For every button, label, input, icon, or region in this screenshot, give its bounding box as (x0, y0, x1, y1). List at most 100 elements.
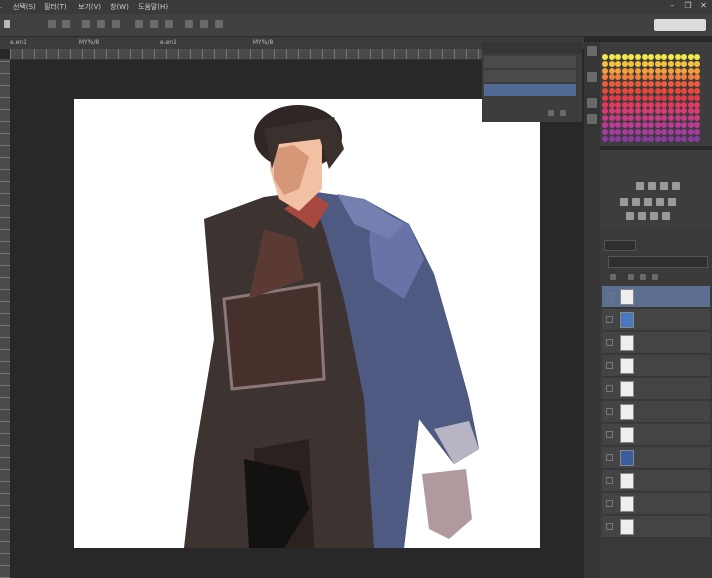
color-swatch[interactable] (621, 101, 628, 108)
black-white-icon[interactable] (656, 198, 664, 206)
layer-row[interactable] (602, 493, 710, 515)
color-swatch[interactable] (608, 122, 615, 128)
visibility-eye-icon[interactable] (606, 339, 613, 346)
color-swatch[interactable] (694, 128, 701, 135)
properties-panel-icon[interactable] (587, 72, 597, 82)
color-swatch[interactable] (674, 122, 681, 128)
color-swatch[interactable] (641, 128, 648, 135)
color-swatch[interactable] (602, 101, 608, 108)
color-swatch[interactable] (615, 74, 622, 81)
color-swatch[interactable] (694, 74, 701, 81)
color-swatch[interactable] (694, 60, 701, 67)
color-swatch[interactable] (615, 128, 622, 135)
color-swatch[interactable] (661, 60, 668, 67)
minimize-icon[interactable]: – (668, 1, 677, 10)
color-swatch[interactable] (687, 81, 694, 88)
color-swatch[interactable] (687, 115, 694, 122)
color-swatch[interactable] (648, 81, 655, 88)
color-swatch[interactable] (661, 108, 668, 115)
vertical-ruler[interactable] (0, 59, 10, 578)
color-swatch[interactable] (674, 108, 681, 115)
visibility-eye-icon[interactable] (606, 500, 613, 507)
color-swatch[interactable] (661, 101, 668, 108)
color-swatch[interactable] (687, 135, 694, 142)
color-swatch[interactable] (654, 81, 661, 88)
color-balance-icon[interactable] (644, 198, 652, 206)
visibility-eye-icon[interactable] (606, 477, 613, 484)
new-snapshot-icon[interactable] (548, 110, 554, 116)
color-swatch[interactable] (668, 108, 674, 115)
visibility-eye-icon[interactable] (606, 431, 613, 438)
color-swatch[interactable] (608, 54, 615, 60)
align-left-icon[interactable] (48, 20, 56, 28)
lock-transparent-icon[interactable] (610, 274, 616, 280)
layer-row[interactable] (602, 332, 710, 354)
color-swatch[interactable] (628, 60, 635, 67)
color-swatch[interactable] (674, 115, 681, 122)
color-swatch[interactable] (648, 54, 655, 60)
color-swatch[interactable] (641, 122, 648, 128)
color-swatch[interactable] (668, 60, 674, 67)
visibility-eye-icon[interactable] (606, 385, 613, 392)
color-swatch[interactable] (687, 101, 694, 108)
color-swatch[interactable] (602, 60, 608, 67)
color-swatch[interactable] (674, 128, 681, 135)
color-swatch[interactable] (654, 88, 661, 94)
color-swatch[interactable] (602, 122, 608, 128)
character-panel-icon[interactable] (587, 98, 597, 108)
color-swatch[interactable] (641, 67, 648, 74)
color-swatch[interactable] (687, 108, 694, 115)
menu-view[interactable]: 보기(V) (78, 2, 101, 12)
color-swatch[interactable] (641, 135, 648, 142)
color-swatch[interactable] (681, 122, 688, 128)
color-swatch[interactable] (621, 135, 628, 142)
color-swatch[interactable] (608, 108, 615, 115)
color-swatch[interactable] (694, 88, 701, 94)
color-swatch[interactable] (674, 54, 681, 60)
color-swatch[interactable] (674, 88, 681, 94)
color-swatch[interactable] (635, 60, 641, 67)
paragraph-panel-icon[interactable] (587, 114, 597, 124)
color-swatch[interactable] (621, 115, 628, 122)
document-tab-1[interactable]: e.en1 MY%/8 (10, 38, 99, 48)
color-swatch[interactable] (608, 74, 615, 81)
history-item[interactable] (484, 56, 576, 69)
color-swatch[interactable] (674, 60, 681, 67)
color-swatch[interactable] (615, 135, 622, 142)
color-swatch[interactable] (621, 81, 628, 88)
color-swatch[interactable] (628, 135, 635, 142)
align-center-icon[interactable] (62, 20, 70, 28)
color-swatch[interactable] (674, 101, 681, 108)
color-swatch[interactable] (654, 74, 661, 81)
color-swatch[interactable] (668, 74, 674, 81)
color-swatch[interactable] (648, 101, 655, 108)
menu-help[interactable]: 도움말(H) (138, 2, 168, 12)
color-swatch[interactable] (635, 94, 641, 101)
color-swatch[interactable] (635, 101, 641, 108)
color-swatch[interactable] (654, 54, 661, 60)
color-swatch[interactable] (681, 74, 688, 81)
layer-row[interactable] (602, 286, 710, 308)
color-swatch[interactable] (628, 115, 635, 122)
color-swatch[interactable] (648, 128, 655, 135)
lock-all-icon[interactable] (652, 274, 658, 280)
distribute-right-icon[interactable] (200, 20, 208, 28)
color-swatch[interactable] (635, 81, 641, 88)
color-swatch[interactable] (661, 88, 668, 94)
posterize-icon[interactable] (638, 212, 646, 220)
color-swatch[interactable] (648, 67, 655, 74)
color-swatch[interactable] (648, 115, 655, 122)
color-swatch[interactable] (641, 108, 648, 115)
align-right-icon[interactable] (82, 20, 90, 28)
color-swatch[interactable] (648, 108, 655, 115)
threshold-icon[interactable] (650, 212, 658, 220)
color-swatch[interactable] (681, 54, 688, 60)
history-panel-header[interactable] (482, 42, 582, 54)
color-swatch[interactable] (681, 60, 688, 67)
align-middle-icon[interactable] (112, 20, 120, 28)
visibility-eye-icon[interactable] (606, 523, 613, 530)
vibrance-icon[interactable] (620, 198, 628, 206)
color-swatch[interactable] (694, 67, 701, 74)
color-swatch[interactable] (694, 94, 701, 101)
color-swatch[interactable] (621, 60, 628, 67)
